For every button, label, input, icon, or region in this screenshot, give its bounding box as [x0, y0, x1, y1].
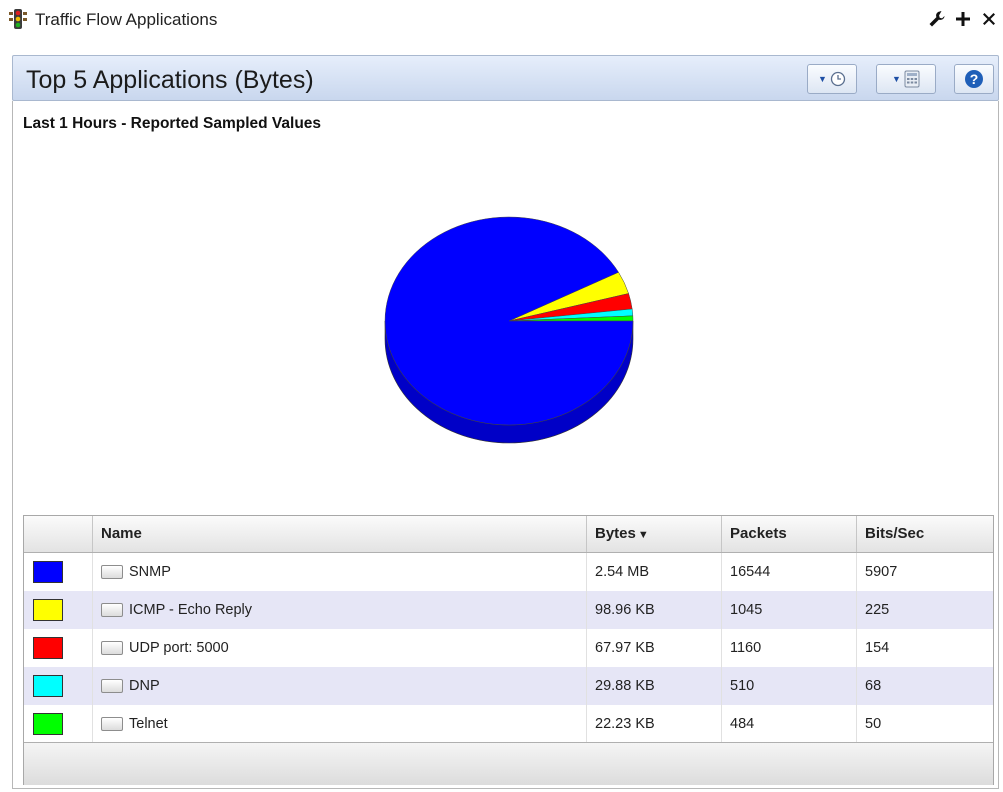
app-name: Telnet — [129, 716, 168, 732]
chevron-down-icon: ▼ — [818, 74, 827, 84]
table-row[interactable]: UDP port: 5000 67.97 KB 1160 154 — [24, 629, 993, 667]
table-row[interactable]: ICMP - Echo Reply 98.96 KB 1045 225 — [24, 591, 993, 629]
bytes-cell: 98.96 KB — [587, 591, 722, 629]
color-cell — [24, 629, 93, 667]
panel-title: Top 5 Applications (Bytes) — [26, 66, 314, 94]
packets-cell: 1045 — [722, 591, 857, 629]
panel-content: Last 1 Hours - Reported Sampled Values N… — [12, 101, 999, 789]
color-swatch — [33, 637, 63, 659]
application-icon — [101, 717, 123, 732]
app-name: UDP port: 5000 — [129, 640, 229, 656]
chevron-down-icon: ▼ — [892, 74, 901, 84]
add-icon[interactable] — [953, 8, 973, 30]
color-swatch — [33, 561, 63, 583]
table-row[interactable]: Telnet 22.23 KB 484 50 — [24, 705, 993, 743]
pie-slice-snmp[interactable] — [384, 216, 634, 426]
window-controls — [927, 8, 999, 30]
application-icon — [101, 641, 123, 656]
bytes-cell: 29.88 KB — [587, 667, 722, 705]
name-cell: ICMP - Echo Reply — [93, 591, 587, 629]
app-name: DNP — [129, 678, 160, 694]
bits-sec-cell: 68 — [865, 678, 882, 694]
packets-cell: 484 — [722, 705, 857, 743]
packets-cell: 16544 — [722, 553, 857, 591]
bits-sec-cell: 50 — [865, 716, 882, 732]
bytes-cell: 22.23 KB — [587, 705, 722, 743]
chart-subtitle: Last 1 Hours - Reported Sampled Values — [23, 115, 322, 132]
bytes-cell: 2.54 MB — [587, 553, 722, 591]
application-icon — [101, 603, 123, 618]
applications-table: Name Bytes ▼ Packets Bits/Sec SNMP 2.54 MB… — [23, 515, 994, 785]
packets-cell: 510 — [722, 667, 857, 705]
header-bytes[interactable]: Bytes ▼ — [587, 516, 722, 552]
wrench-icon[interactable] — [927, 8, 947, 30]
svg-text:?: ? — [970, 71, 979, 87]
header-bytes-label: Bytes — [595, 525, 636, 542]
header-name[interactable]: Name — [93, 516, 587, 552]
close-icon[interactable] — [979, 8, 999, 30]
color-swatch — [33, 599, 63, 621]
header-color — [24, 516, 93, 552]
table-header: Name Bytes ▼ Packets Bits/Sec — [24, 516, 993, 553]
time-range-icon — [830, 71, 846, 87]
table-footer — [24, 742, 993, 785]
panel-header: Top 5 Applications (Bytes) ▼ ▼ ? — [12, 55, 999, 101]
app-name: SNMP — [129, 564, 171, 580]
window-title: Traffic Flow Applications — [35, 10, 218, 29]
name-cell: SNMP — [93, 553, 587, 591]
bits-sec-cell: 154 — [865, 640, 890, 656]
color-cell — [24, 667, 93, 705]
calculator-button[interactable]: ▼ — [876, 64, 936, 94]
name-cell: UDP port: 5000 — [93, 629, 587, 667]
header-packets[interactable]: Packets — [722, 516, 857, 552]
traffic-light-icon — [9, 9, 27, 29]
table-row[interactable]: SNMP 2.54 MB 16544 5907 — [24, 553, 993, 591]
header-bits-sec[interactable]: Bits/Sec — [857, 516, 993, 552]
pie-chart[interactable] — [381, 216, 637, 448]
window-title-bar: Traffic Flow Applications — [0, 0, 1003, 44]
help-icon: ? — [965, 70, 983, 88]
bits-sec-cell: 225 — [865, 602, 890, 618]
time-range-button[interactable]: ▼ — [807, 64, 857, 94]
name-cell: DNP — [93, 667, 587, 705]
name-cell: Telnet — [93, 705, 587, 743]
bytes-cell: 67.97 KB — [587, 629, 722, 667]
help-button[interactable]: ? — [954, 64, 994, 94]
table-row[interactable]: DNP 29.88 KB 510 68 — [24, 667, 993, 705]
calculator-icon — [904, 70, 920, 88]
bits-sec-cell: 5907 — [865, 564, 898, 580]
app-name: ICMP - Echo Reply — [129, 602, 253, 618]
packets-cell: 1160 — [722, 629, 857, 667]
color-cell — [24, 553, 93, 591]
color-cell — [24, 705, 93, 743]
color-swatch — [33, 713, 63, 735]
application-icon — [101, 565, 123, 580]
application-icon — [101, 679, 123, 694]
color-swatch — [33, 675, 63, 697]
color-cell — [24, 591, 93, 629]
sort-desc-icon: ▼ — [637, 529, 649, 541]
